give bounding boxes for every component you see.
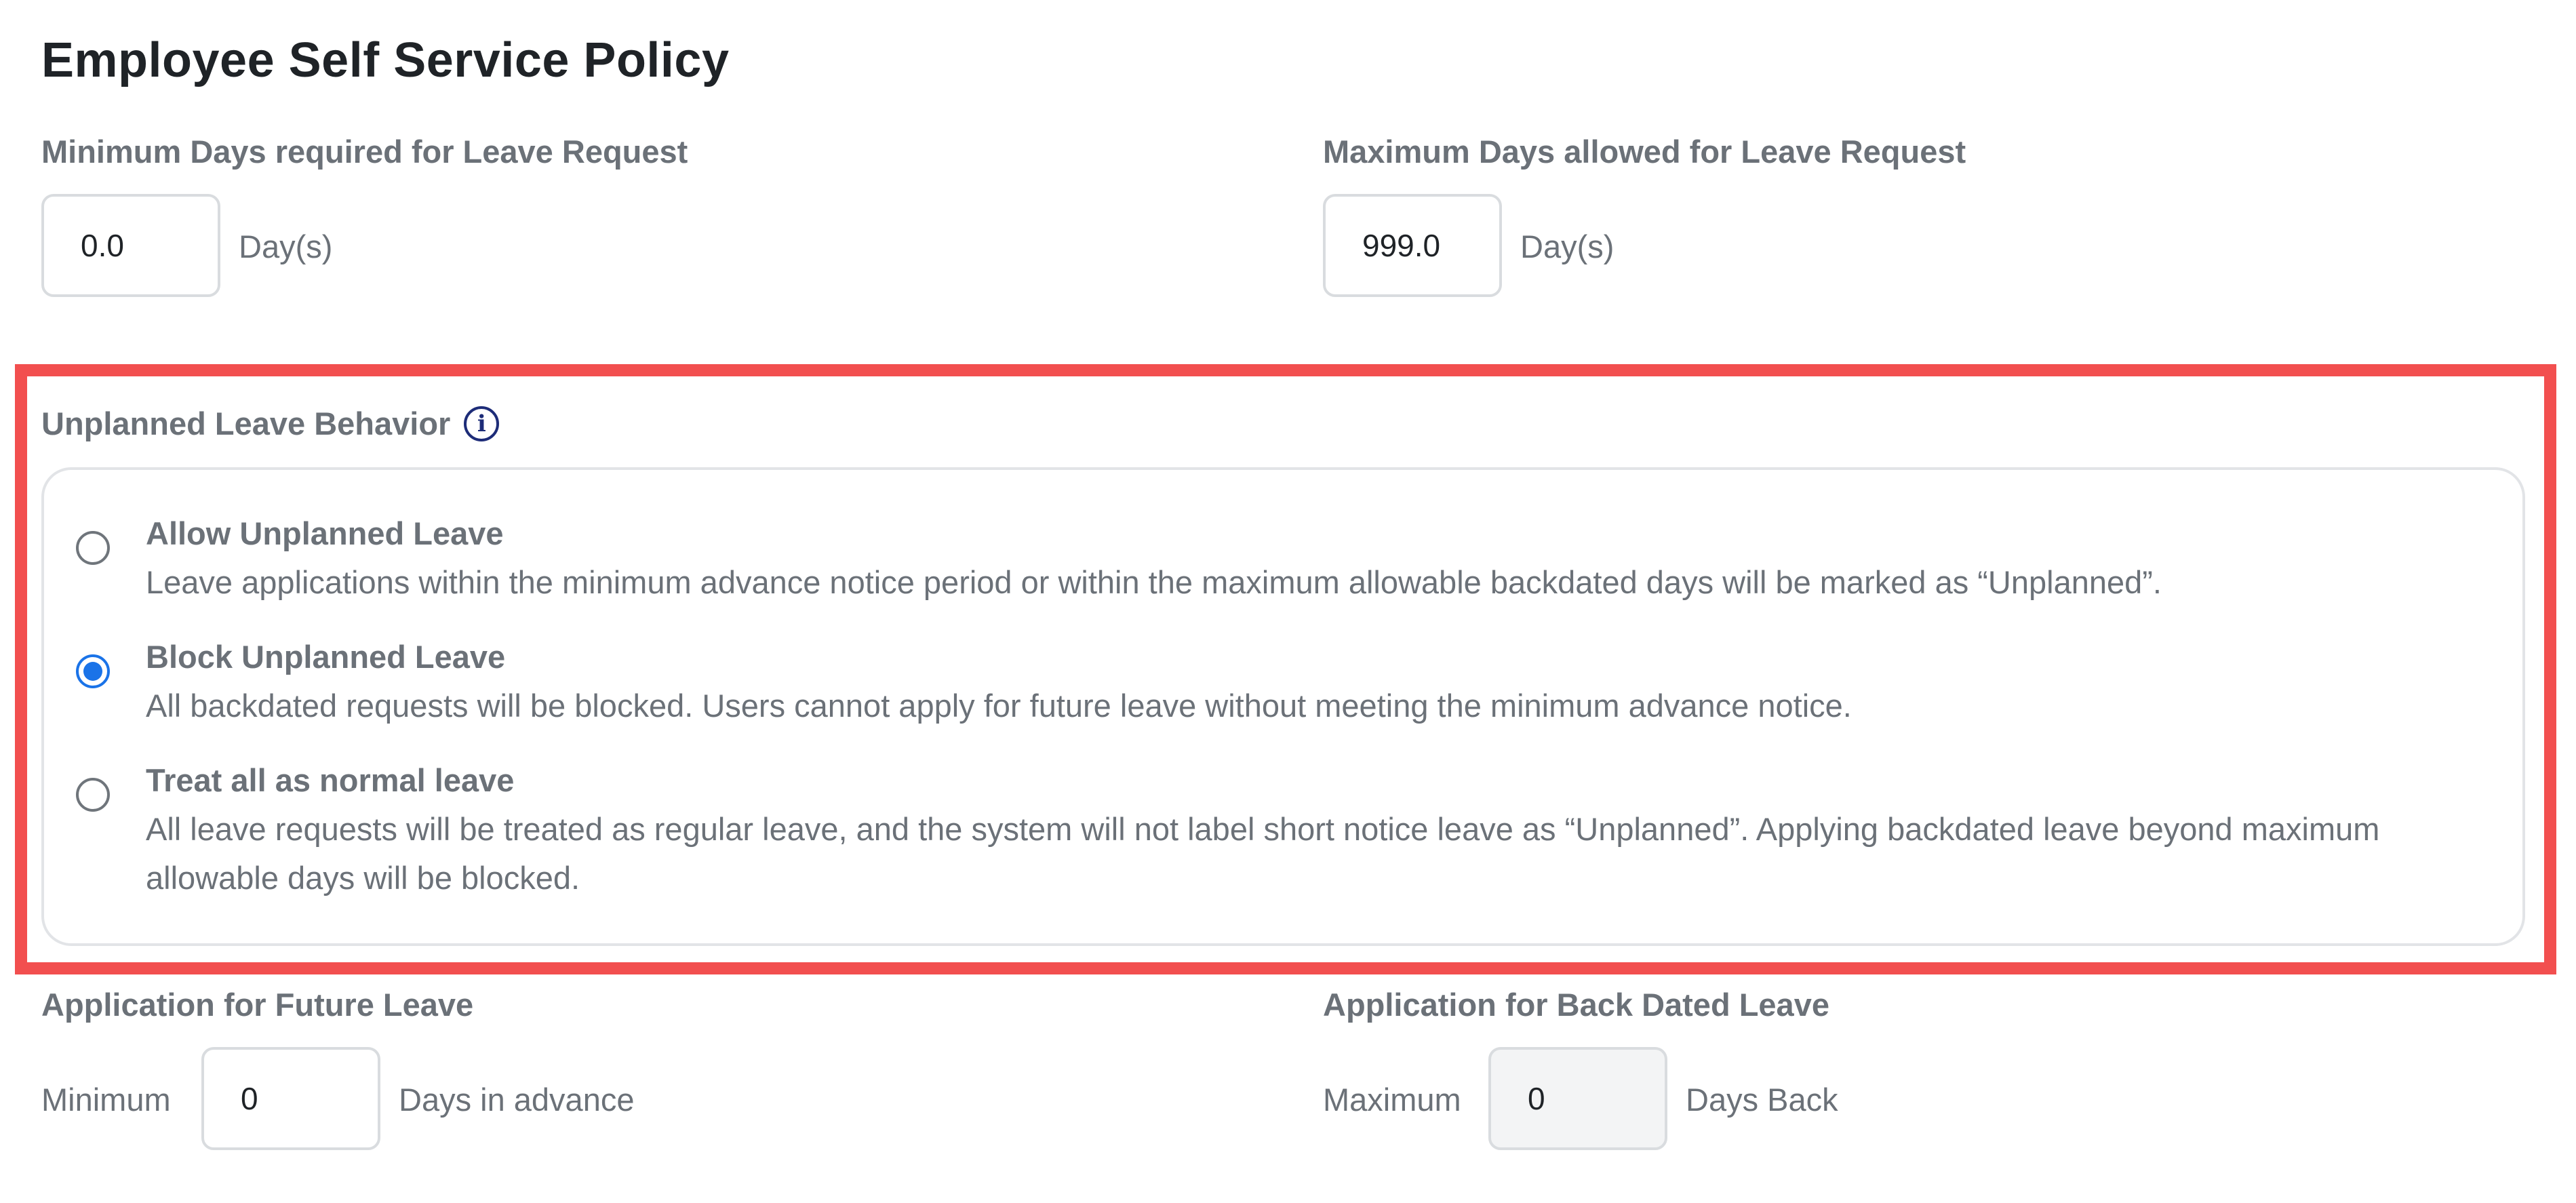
option-description: All leave requests will be treated as re… <box>146 811 2380 896</box>
min-days-unit: Day(s) <box>239 229 333 264</box>
radio-treat-normal[interactable] <box>76 778 110 812</box>
radio-block-unplanned[interactable] <box>76 654 110 688</box>
page-title: Employee Self Service Policy <box>41 33 730 87</box>
leave-policy-page: Employee Self Service Policy Minimum Day… <box>0 0 2576 1203</box>
min-days-input[interactable]: 0.0 <box>41 194 220 297</box>
option-description: All backdated requests will be blocked. … <box>146 688 1852 724</box>
future-leave-prefix: Minimum <box>41 1082 171 1118</box>
option-title: Treat all as normal leave <box>146 762 515 798</box>
option-description: Leave applications within the minimum ad… <box>146 564 2162 600</box>
back-dated-prefix: Maximum <box>1323 1082 1461 1118</box>
max-days-unit: Day(s) <box>1520 229 1614 264</box>
max-days-label: Maximum Days allowed for Leave Request <box>1323 134 1966 170</box>
info-icon[interactable]: i <box>464 406 500 441</box>
max-days-input[interactable]: 999.0 <box>1323 194 1502 297</box>
future-leave-input[interactable]: 0 <box>201 1047 380 1150</box>
back-dated-label: Application for Back Dated Leave <box>1323 987 1829 1023</box>
unplanned-behavior-label: Unplanned Leave Behavior <box>41 406 451 441</box>
back-dated-input[interactable]: 0 <box>1488 1047 1667 1150</box>
unplanned-options-card: Allow Unplanned Leave Leave applications… <box>41 467 2525 946</box>
future-leave-label: Application for Future Leave <box>41 987 474 1023</box>
option-title: Block Unplanned Leave <box>146 639 506 675</box>
unplanned-behavior-heading: Unplanned Leave Behavior i <box>41 405 500 442</box>
back-dated-unit: Days Back <box>1686 1082 1838 1118</box>
future-leave-unit: Days in advance <box>399 1082 635 1118</box>
option-title: Allow Unplanned Leave <box>146 515 504 551</box>
min-days-label: Minimum Days required for Leave Request <box>41 134 688 170</box>
radio-allow-unplanned[interactable] <box>76 531 110 565</box>
